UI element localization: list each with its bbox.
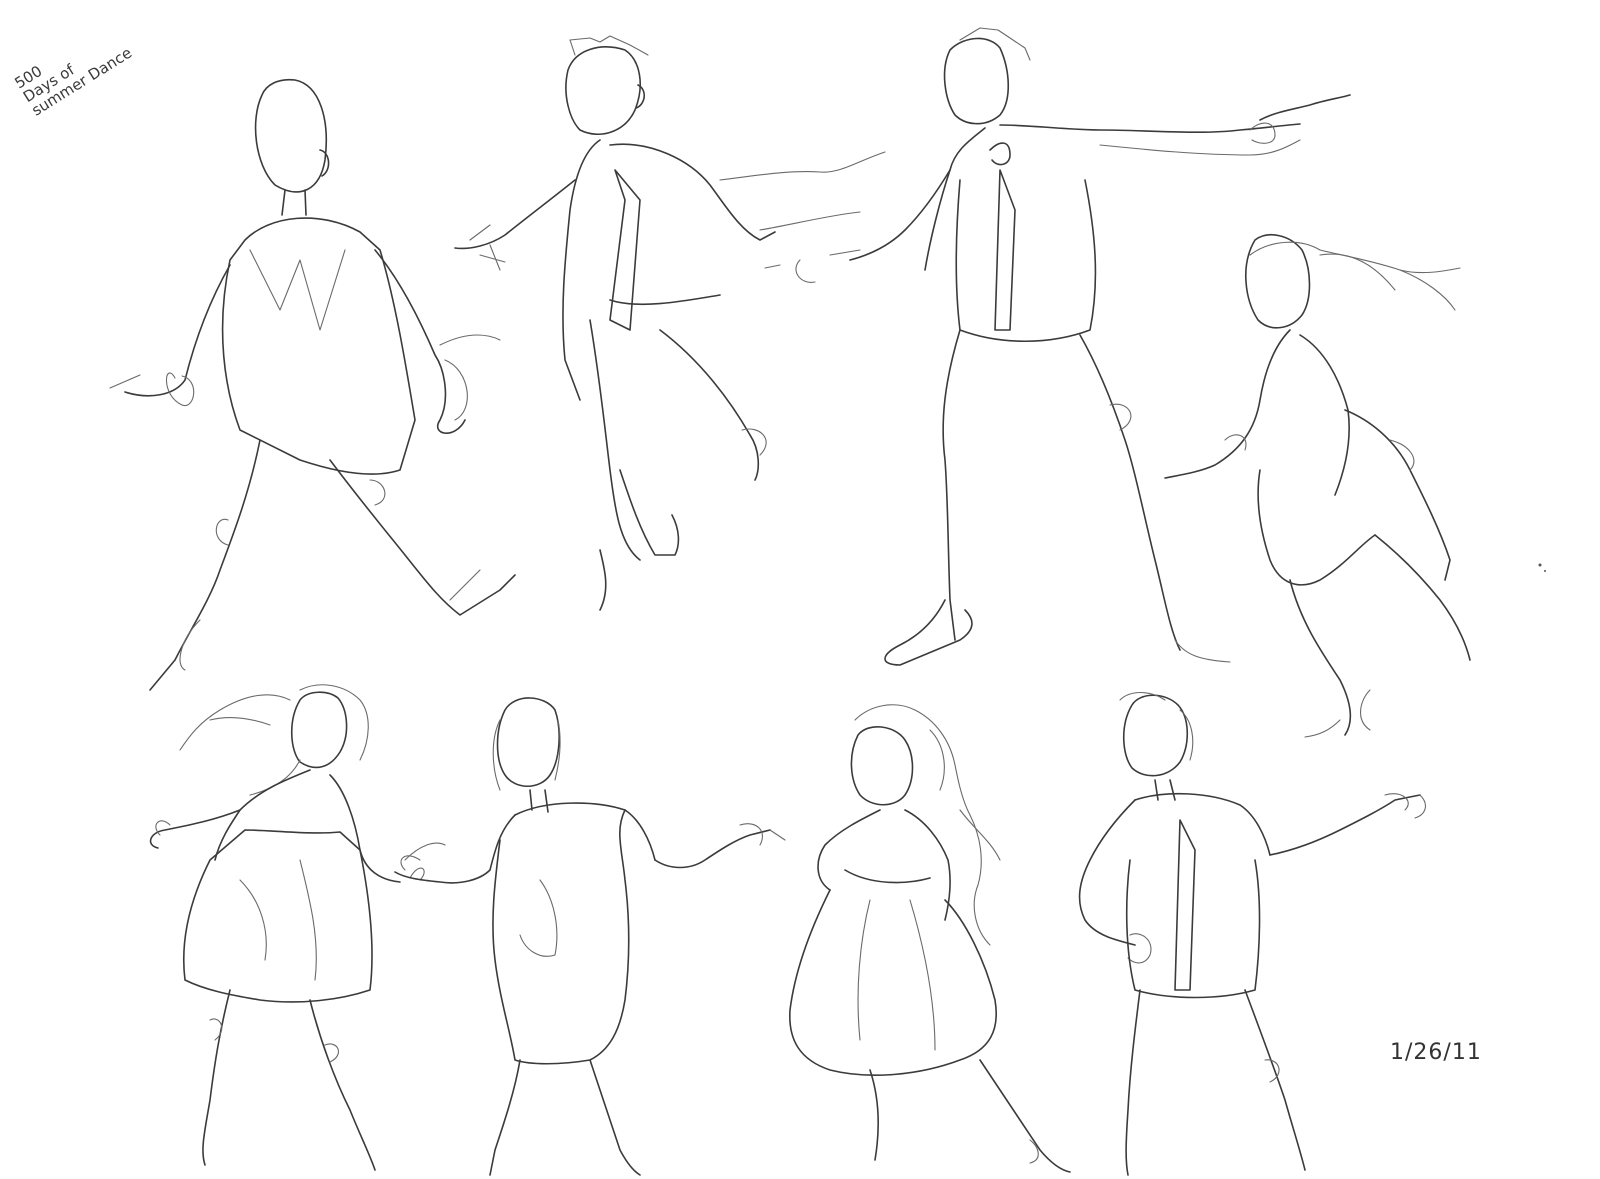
figure-man-hand-on-hip [1078,691,1426,1176]
figure-woman-hair-flowing [149,684,446,1171]
figure-suit-holding-hand [764,27,1351,666]
sketch-sheet: 500 Days of summer Dance 1/26/11 [0,0,1600,1179]
speck [1538,563,1542,567]
figure-suit-back-view [109,78,516,691]
figure-woman-twirling-skirt [789,704,1071,1173]
figure-woman-back-view [394,697,786,1176]
speck [1544,570,1546,572]
figure-suit-reaching-left [454,35,886,611]
figure-woman-ponytail-leaning [1164,234,1471,738]
sketches-canvas [109,27,1546,1176]
